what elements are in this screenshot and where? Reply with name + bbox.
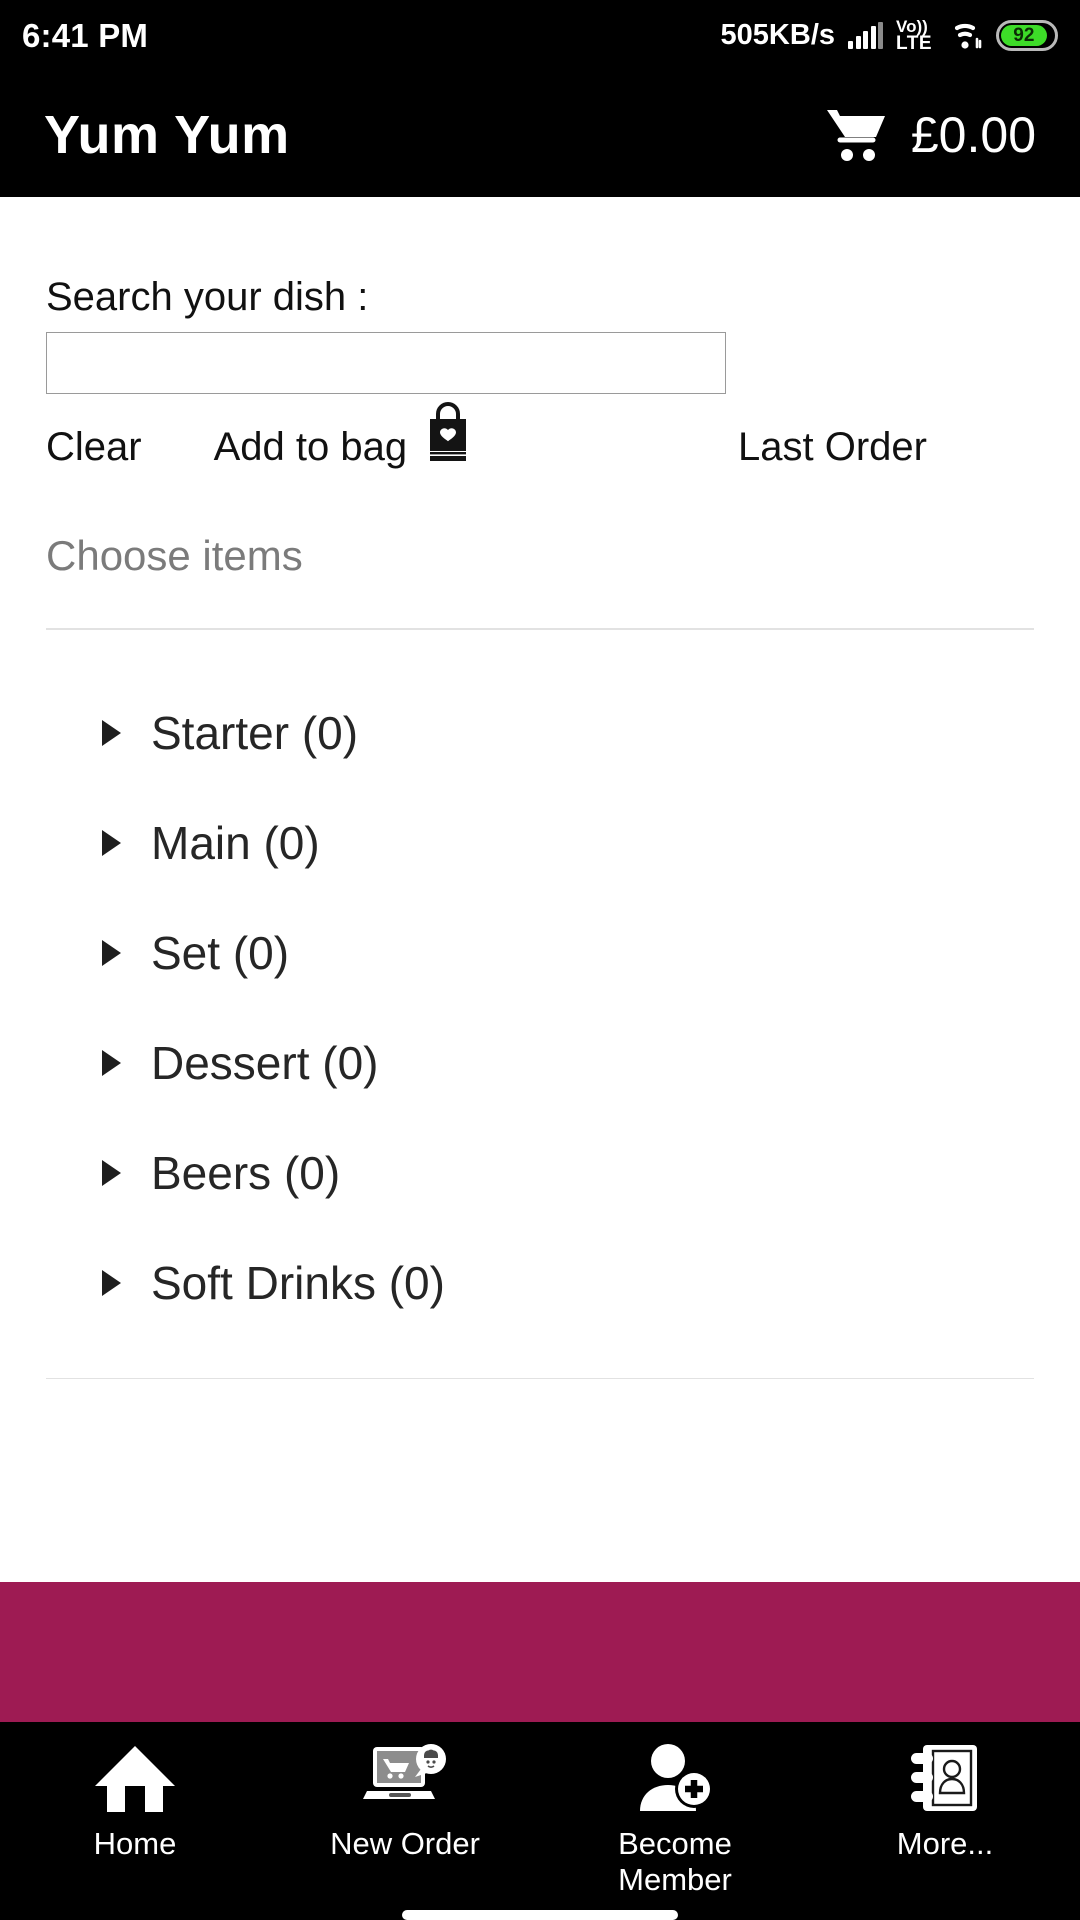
- nav-item-more[interactable]: More...: [810, 1722, 1080, 1920]
- section-divider-top: [46, 628, 1034, 630]
- category-row-set[interactable]: Set (0): [46, 898, 1034, 1008]
- volte-icon: Vo)) LTE: [896, 18, 932, 55]
- home-indicator[interactable]: [402, 1910, 678, 1920]
- status-icons: 505KB/s Vo)) LTE 92: [720, 18, 1058, 55]
- network-speed-text: 505KB/s: [720, 19, 836, 52]
- category-label: Beers (0): [151, 1146, 341, 1199]
- shopping-bag-heart-icon[interactable]: [421, 400, 475, 467]
- category-row-soft-drinks[interactable]: Soft Drinks (0): [46, 1228, 1034, 1338]
- add-person-icon: [632, 1740, 718, 1818]
- app-title: Yum Yum: [44, 104, 290, 165]
- nav-label-become-member: Become Member: [618, 1826, 732, 1897]
- bottom-navigation: Home New Order Become Member More...: [0, 1722, 1080, 1920]
- last-order-button[interactable]: Last Order: [738, 425, 927, 470]
- search-label: Search your dish :: [46, 275, 369, 319]
- choose-items-title: Choose items: [46, 532, 303, 579]
- cart-button[interactable]: £0.00: [825, 106, 1036, 164]
- chevron-right-icon: [102, 1049, 121, 1076]
- nav-item-home[interactable]: Home: [0, 1722, 270, 1920]
- search-input[interactable]: [46, 332, 726, 394]
- laptop-cart-chef-icon: [359, 1740, 451, 1818]
- category-label: Main (0): [151, 816, 320, 869]
- battery-level-text: 92: [1001, 25, 1047, 47]
- nav-label-new-order: New Order: [330, 1826, 480, 1861]
- category-row-main[interactable]: Main (0): [46, 788, 1034, 898]
- app-screen: 6:41 PM 505KB/s Vo)) LTE 92 Yum Yum £0.0…: [0, 0, 1080, 1920]
- nav-label-home: Home: [93, 1826, 177, 1861]
- signal-bars-icon: [848, 22, 884, 50]
- status-time: 6:41 PM: [22, 17, 149, 54]
- category-label: Starter (0): [151, 706, 359, 759]
- main-content: Search your dish : Clear Add to bag Last…: [0, 275, 1080, 1379]
- category-label: Soft Drinks (0): [151, 1256, 445, 1309]
- category-list: Starter (0) Main (0) Set (0) Dessert (0)…: [46, 678, 1034, 1338]
- chevron-right-icon: [102, 1159, 121, 1186]
- home-icon: [91, 1740, 179, 1818]
- category-row-beers[interactable]: Beers (0): [46, 1118, 1034, 1228]
- nav-item-become-member[interactable]: Become Member: [540, 1722, 810, 1920]
- clear-button[interactable]: Clear: [46, 425, 142, 470]
- wifi-icon: [954, 23, 982, 49]
- app-bar: Yum Yum £0.00: [0, 72, 1080, 197]
- chevron-right-icon: [102, 1269, 121, 1296]
- chevron-right-icon: [102, 829, 121, 856]
- action-row: Clear Add to bag Last Order: [46, 401, 1034, 476]
- nav-label-more: More...: [896, 1826, 994, 1861]
- accent-band: [0, 1582, 1080, 1722]
- chevron-right-icon: [102, 939, 121, 966]
- add-to-bag-button[interactable]: Add to bag: [214, 425, 408, 470]
- category-row-starter[interactable]: Starter (0): [46, 678, 1034, 788]
- battery-icon: 92: [996, 20, 1058, 52]
- cart-total: £0.00: [910, 106, 1036, 163]
- category-label: Dessert (0): [151, 1036, 379, 1089]
- shopping-cart-icon: [826, 109, 885, 161]
- section-divider-bottom: [46, 1377, 1034, 1379]
- nav-item-new-order[interactable]: New Order: [270, 1722, 540, 1920]
- category-row-dessert[interactable]: Dessert (0): [46, 1008, 1034, 1118]
- volte-line-2: LTE: [896, 33, 932, 55]
- chevron-right-icon: [102, 719, 121, 746]
- address-book-icon: [903, 1740, 987, 1818]
- category-label: Set (0): [151, 926, 290, 979]
- status-bar: 6:41 PM 505KB/s Vo)) LTE 92: [0, 0, 1080, 72]
